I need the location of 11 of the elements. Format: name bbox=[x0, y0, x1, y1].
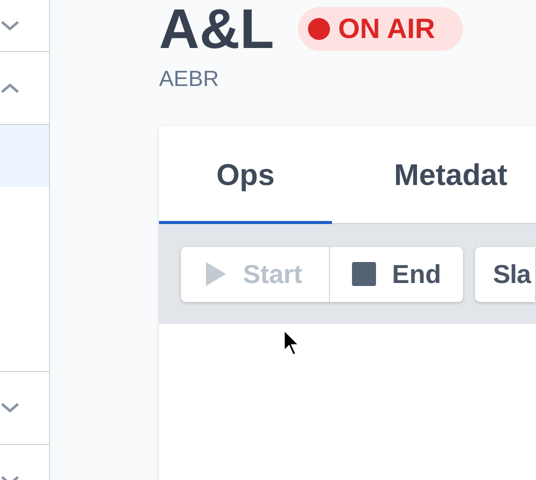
chevron-up-icon[interactable] bbox=[0, 82, 20, 94]
chevron-down-icon[interactable] bbox=[0, 402, 20, 414]
play-icon bbox=[205, 261, 227, 287]
chevron-down-icon[interactable] bbox=[0, 20, 20, 32]
badge-text: ON AIR bbox=[338, 12, 436, 46]
stop-icon bbox=[352, 262, 376, 286]
tab[interactable]: Metadat bbox=[332, 126, 508, 224]
page-title: A&L bbox=[159, 2, 274, 56]
end-button[interactable]: End bbox=[330, 246, 463, 302]
subtitle: AEBR bbox=[159, 66, 219, 91]
toolbar-button[interactable]: Sla bbox=[475, 246, 535, 302]
